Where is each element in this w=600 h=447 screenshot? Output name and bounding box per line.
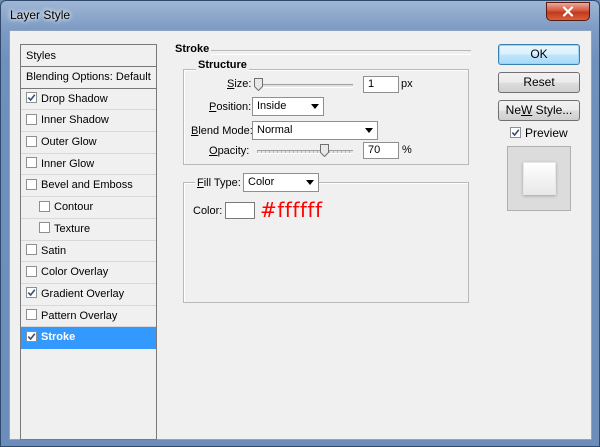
style-checkbox[interactable] — [26, 157, 37, 169]
checkmark-icon — [511, 129, 520, 137]
styles-list-item-label: Blending Options: Default — [26, 71, 151, 83]
style-checkbox[interactable] — [26, 309, 37, 321]
opacity-unit: % — [402, 144, 412, 156]
structure-title: Structure — [196, 59, 249, 71]
fill-type-label: Fill Type: — [195, 177, 243, 189]
chevron-down-icon — [365, 128, 373, 133]
styles-list-item-label: Inner Glow — [41, 157, 95, 170]
preview-label: Preview — [525, 126, 568, 140]
checkmark-icon — [27, 289, 36, 297]
styles-list-item-label: Pattern Overlay — [41, 309, 118, 322]
styles-list-item-label: Inner Shadow — [41, 114, 109, 127]
styles-list-item-label: Gradient Overlay — [41, 287, 125, 300]
styles-list-item[interactable]: Gradient Overlay — [21, 284, 156, 306]
styles-list-item-label: Drop Shadow — [41, 92, 108, 105]
fill-type-value: Color — [248, 176, 275, 188]
style-checkbox[interactable] — [26, 330, 37, 342]
styles-list: Styles Blending Options: Default Drop Sha… — [20, 44, 157, 440]
styles-list-item[interactable]: Inner Glow — [21, 154, 156, 176]
styles-list-item[interactable]: Contour — [21, 197, 156, 219]
opacity-slider[interactable] — [257, 150, 353, 154]
title-bar[interactable]: Layer Style — [1, 1, 599, 29]
close-button[interactable] — [546, 2, 590, 21]
preview-thumbnail-shape — [523, 162, 556, 195]
styles-list-item[interactable]: Drop Shadow — [21, 89, 156, 111]
close-icon — [562, 6, 574, 17]
ok-button[interactable]: OK — [498, 44, 580, 65]
styles-list-header[interactable]: Styles — [21, 45, 156, 67]
size-label: Size: — [227, 78, 252, 90]
styles-list-item-label: Texture — [54, 222, 91, 235]
style-checkbox[interactable] — [26, 244, 37, 256]
styles-list-item[interactable]: Bevel and Emboss — [21, 175, 156, 198]
styles-list-item-label: Bevel and Emboss — [41, 179, 133, 192]
styles-list-item-label: Contour — [54, 201, 94, 214]
opacity-label: Opacity: — [209, 145, 250, 157]
dialog-client-area: Styles Blending Options: Default Drop Sha… — [9, 30, 592, 440]
chevron-down-icon — [306, 180, 314, 185]
preview-checkbox-row[interactable]: Preview — [510, 126, 568, 140]
styles-list-item[interactable]: Pattern Overlay — [21, 306, 156, 328]
size-slider[interactable] — [254, 84, 353, 88]
style-checkbox[interactable] — [26, 92, 37, 104]
preview-thumbnail — [507, 146, 571, 211]
style-checkbox[interactable] — [39, 200, 50, 212]
layer-style-dialog: Layer Style Styles Blending Options: Def… — [0, 0, 600, 447]
style-checkbox[interactable] — [26, 265, 37, 277]
preview-checkbox[interactable] — [510, 127, 521, 139]
styles-list-item-label: Satin — [41, 244, 67, 257]
stroke-title: Stroke — [173, 43, 212, 55]
styles-list-item[interactable]: Inner Shadow — [21, 110, 156, 133]
color-label: Color: — [193, 205, 223, 217]
stroke-groupbox — [174, 50, 471, 54]
opacity-slider-thumb[interactable] — [320, 144, 330, 157]
fill-groupbox — [183, 182, 469, 303]
reset-button[interactable]: Reset — [498, 72, 580, 93]
style-checkbox[interactable] — [26, 179, 37, 191]
blend-mode-value: Normal — [257, 124, 293, 136]
position-value: Inside — [257, 100, 287, 112]
styles-list-item-label: Stroke — [41, 331, 76, 344]
size-input[interactable]: 1 — [363, 76, 399, 93]
position-label: Position: — [209, 101, 252, 113]
styles-list-item[interactable]: Stroke — [21, 327, 156, 349]
styles-list-item-label: Color Overlay — [41, 266, 109, 279]
styles-list-item-label: Outer Glow — [41, 136, 97, 149]
styles-list-item[interactable]: Texture — [21, 219, 156, 241]
style-checkbox[interactable] — [26, 287, 37, 299]
style-checkbox[interactable] — [26, 135, 37, 147]
styles-items: Blending Options: Default Drop Shadow Inne… — [21, 67, 156, 349]
checkmark-icon — [27, 94, 36, 102]
style-checkbox[interactable] — [26, 113, 37, 125]
blend-mode-label: Blend Mode: — [191, 125, 253, 137]
color-swatch[interactable] — [225, 202, 255, 219]
checkmark-icon — [27, 333, 36, 341]
style-checkbox[interactable] — [39, 222, 50, 234]
styles-list-item[interactable]: Blending Options: Default — [21, 67, 156, 89]
blend-mode-dropdown[interactable]: Normal — [252, 121, 378, 140]
window-title: Layer Style — [10, 8, 71, 22]
color-hex-annotation: #ffffff — [260, 198, 323, 222]
size-unit: px — [401, 78, 413, 90]
new-style-button[interactable]: NeW Style... — [498, 100, 580, 121]
opacity-input[interactable]: 70 — [363, 142, 399, 159]
position-dropdown[interactable]: Inside — [252, 97, 324, 116]
fill-type-dropdown[interactable]: Color — [243, 173, 319, 192]
chevron-down-icon — [311, 104, 319, 109]
styles-list-item[interactable]: Satin — [21, 241, 156, 263]
styles-list-item[interactable]: Outer Glow — [21, 132, 156, 154]
styles-list-item[interactable]: Color Overlay — [21, 262, 156, 284]
size-slider-thumb[interactable] — [253, 78, 263, 91]
